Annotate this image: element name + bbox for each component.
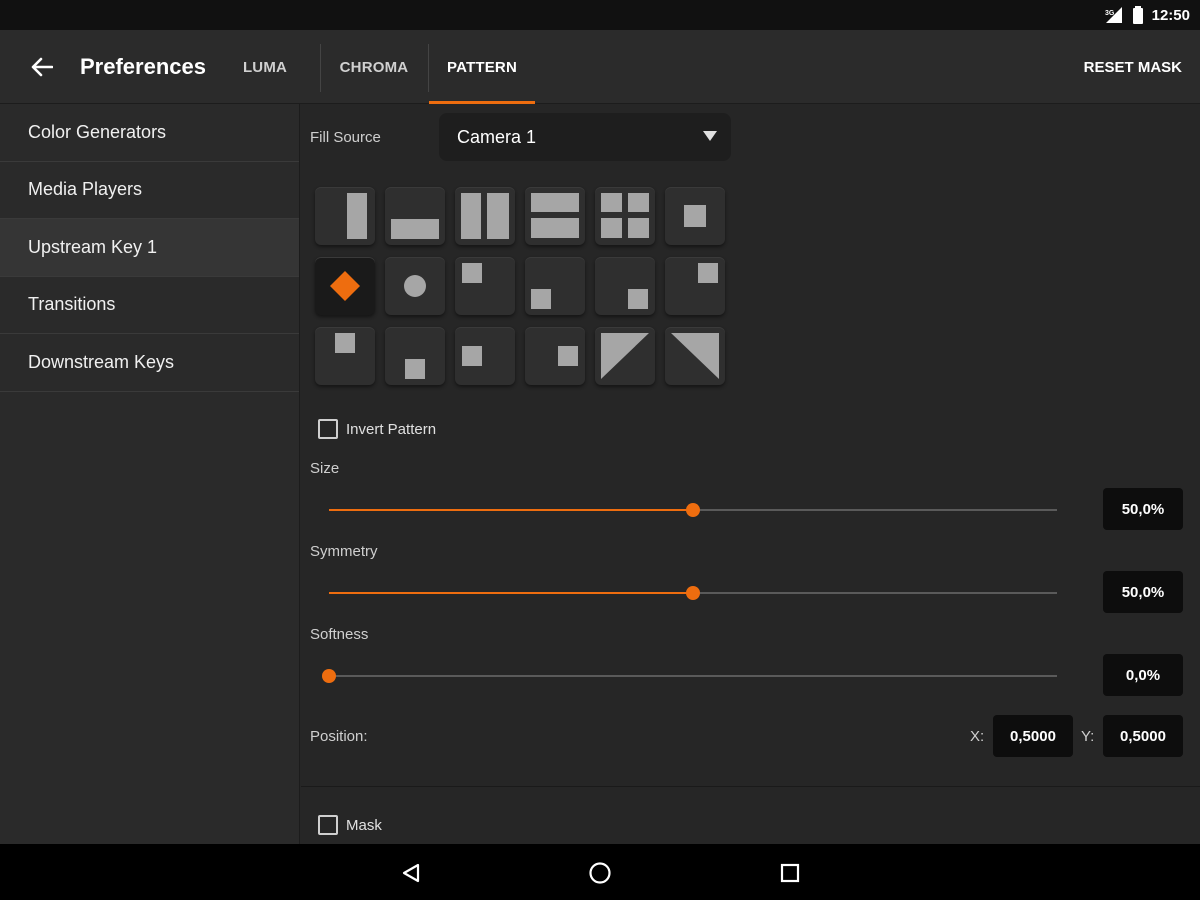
symmetry-slider-fill (329, 592, 693, 594)
bar-vertical-icon (347, 193, 367, 239)
mask-label: Mask (346, 816, 382, 834)
invert-pattern-checkbox[interactable] (318, 419, 338, 439)
double-bar-vertical-icon (461, 193, 481, 239)
fill-source-dropdown[interactable]: Camera 1 (439, 113, 731, 161)
status-icons: 3G 12:50 (1104, 5, 1190, 25)
pattern-bottom-right-box-button[interactable] (315, 327, 375, 385)
position-x-label: X: (970, 728, 985, 745)
softness-value[interactable]: 0,0% (1103, 654, 1183, 696)
divider (301, 786, 1200, 787)
mask-checkbox[interactable] (318, 815, 338, 835)
sidebar-item-downstream-keys[interactable]: Downstream Keys (0, 334, 299, 392)
arrow-back-icon (31, 57, 53, 77)
pattern-top-right-diagonal-button[interactable] (665, 327, 725, 385)
diamond-icon (330, 271, 360, 301)
symmetry-value[interactable]: 50,0% (1103, 571, 1183, 613)
sidebar-item-color-generators[interactable]: Color Generators (0, 104, 299, 162)
pattern-top-left-diagonal-button[interactable] (595, 327, 655, 385)
home-circle-icon (589, 862, 611, 884)
pattern-top-center-box-button[interactable] (525, 257, 585, 315)
sidebar-item-media-players[interactable]: Media Players (0, 162, 299, 219)
symmetry-slider-thumb[interactable] (686, 586, 700, 600)
sidebar-item-upstream-key-1[interactable]: Upstream Key 1 (0, 219, 299, 277)
recents-square-icon (780, 863, 800, 883)
quad-box-icon (628, 218, 649, 238)
app-bar: Preferences LUMA CHROMA PATTERN RESET MA… (0, 30, 1200, 104)
softness-slider[interactable] (322, 669, 1057, 683)
double-bar-vertical-icon (487, 193, 509, 239)
quad-box-icon (601, 218, 622, 238)
tab-chroma[interactable]: CHROMA (321, 30, 427, 104)
quad-box-icon (628, 193, 649, 212)
nav-home-button[interactable] (585, 858, 615, 888)
pattern-left-to-right-bar-button[interactable] (315, 187, 375, 245)
signal-icon: 3G (1105, 7, 1122, 23)
pattern-top-right-box-button[interactable] (595, 257, 655, 315)
back-triangle-icon (402, 863, 420, 883)
bottom-left-box-icon (531, 289, 551, 309)
bottom-center-box-icon (405, 359, 425, 379)
nav-back-button[interactable] (396, 858, 426, 888)
middle-right-box-icon (558, 346, 578, 366)
size-value[interactable]: 50,0% (1103, 488, 1183, 530)
sidebar: Color Generators Media Players Upstream … (0, 104, 300, 844)
invert-pattern-label: Invert Pattern (346, 420, 437, 438)
system-nav-bar (0, 844, 1200, 900)
center-box-icon (684, 205, 706, 227)
fill-source-label: Fill Source (310, 129, 381, 146)
diagonal-top-left-icon (601, 333, 649, 379)
softness-slider-thumb[interactable] (322, 669, 336, 683)
pattern-rectangle-iris-button[interactable] (665, 187, 725, 245)
position-y-label: Y: (1081, 728, 1095, 745)
reset-mask-button[interactable]: RESET MASK (1084, 30, 1182, 104)
tab-pattern[interactable]: PATTERN (429, 30, 535, 104)
pattern-top-to-bottom-bar-button[interactable] (385, 187, 445, 245)
quad-box-icon (601, 193, 622, 212)
battery-icon (1132, 6, 1143, 24)
top-left-box-icon (462, 263, 482, 283)
back-button[interactable] (22, 52, 62, 82)
double-bar-horizontal-icon (531, 218, 579, 238)
symmetry-label: Symmetry (310, 543, 378, 560)
circle-icon (404, 275, 426, 297)
middle-left-box-icon (462, 346, 482, 366)
size-slider[interactable] (329, 503, 1057, 517)
status-bar: 3G 12:50 (0, 0, 1200, 30)
pattern-middle-right-box-button[interactable] (665, 257, 725, 315)
size-label: Size (310, 460, 340, 477)
size-slider-thumb[interactable] (686, 503, 700, 517)
pattern-circle-iris-button[interactable] (385, 257, 445, 315)
softness-label: Softness (310, 626, 369, 643)
sidebar-item-transitions[interactable]: Transitions (0, 277, 299, 334)
page-title: Preferences (80, 54, 206, 79)
pattern-bottom-left-box-button[interactable] (455, 327, 515, 385)
pattern-bottom-center-box-button[interactable] (385, 327, 445, 385)
status-time: 12:50 (1151, 6, 1190, 24)
bar-horizontal-icon (391, 219, 439, 239)
size-slider-fill (329, 509, 693, 511)
pattern-panel: Fill Source Camera 1 Invert Pattern Size… (301, 104, 1200, 844)
pattern-top-left-box-button[interactable] (455, 257, 515, 315)
mask-row[interactable]: Mask (318, 815, 382, 835)
double-bar-horizontal-icon (531, 193, 579, 212)
pattern-vertical-barn-door-button[interactable] (525, 187, 585, 245)
fill-source-value: Camera 1 (457, 126, 537, 147)
diagonal-top-right-icon (671, 333, 719, 379)
top-right-box-icon (698, 263, 718, 283)
bottom-right-box-icon (628, 289, 648, 309)
symmetry-slider[interactable] (329, 586, 1057, 600)
pattern-middle-left-box-button[interactable] (525, 327, 585, 385)
position-label: Position: (310, 728, 368, 745)
pattern-horizontal-barn-door-button[interactable] (455, 187, 515, 245)
position-y-value[interactable]: 0,5000 (1103, 715, 1183, 757)
invert-pattern-row[interactable]: Invert Pattern (318, 419, 436, 439)
tab-luma[interactable]: LUMA (215, 30, 315, 104)
dropdown-caret-icon (703, 131, 717, 141)
nav-recents-button[interactable] (775, 858, 805, 888)
position-x-value[interactable]: 0,5000 (993, 715, 1073, 757)
svg-text:3G: 3G (1105, 10, 1115, 17)
pattern-diamond-iris-button[interactable] (315, 257, 375, 315)
pattern-corners-in-four-box-button[interactable] (595, 187, 655, 245)
top-center-box-icon (335, 333, 355, 353)
